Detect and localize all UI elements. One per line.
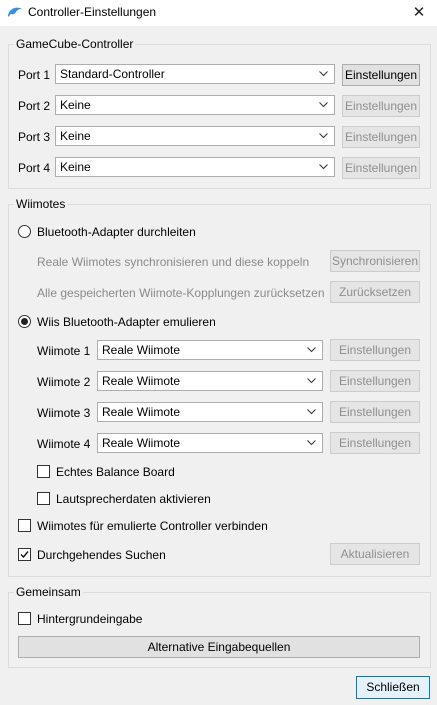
close-icon[interactable]: ✕ [401,0,437,26]
continuous-scan-checkbox[interactable] [18,548,31,561]
port-1-select[interactable]: Standard-Controller [55,64,335,84]
wiimote-2-settings-button[interactable]: Einstellungen [330,370,420,392]
connect-emulated-label[interactable]: Wiimotes für emulierte Controller verbin… [37,519,268,533]
title-bar: Controller-Einstellungen ✕ [0,0,437,26]
background-input-checkbox[interactable] [18,612,31,625]
chevron-down-icon [319,71,328,77]
sync-label: Reale Wiimotes synchronisieren und diese… [37,255,310,269]
window-title: Controller-Einstellungen [28,5,157,19]
port-4-settings-button[interactable]: Einstellungen [342,157,420,179]
port-3-value: Keine [60,129,91,143]
wiimote-1-select[interactable]: Reale Wiimote [97,340,323,360]
dolphin-icon [8,7,22,18]
port-1-value: Standard-Controller [60,67,165,81]
wiimote-3-select[interactable]: Reale Wiimote [97,402,323,422]
chevron-down-icon [319,102,328,108]
alternative-input-sources-button[interactable]: Alternative Eingabequellen [18,636,420,658]
port-3-select[interactable]: Keine [55,126,335,146]
port-4-label: Port 4 [18,161,51,175]
wiimote-3-value: Reale Wiimote [102,405,181,419]
port-4-select[interactable]: Keine [55,157,335,177]
chevron-down-icon [307,440,316,446]
port-2-label: Port 2 [18,99,51,113]
connect-emulated-checkbox[interactable] [18,519,31,532]
passthrough-label[interactable]: Bluetooth-Adapter durchleiten [37,225,196,239]
wiimote-2-value: Reale Wiimote [102,374,181,388]
chevron-down-icon [319,133,328,139]
port-2-value: Keine [60,98,91,112]
sync-button[interactable]: Synchronisieren [330,250,420,272]
wiimote-1-value: Reale Wiimote [102,343,181,357]
wiimote-4-value: Reale Wiimote [102,436,181,450]
wiimote-4-settings-button[interactable]: Einstellungen [330,432,420,454]
balance-board-label[interactable]: Echtes Balance Board [56,465,175,479]
continuous-scan-label[interactable]: Durchgehendes Suchen [37,548,166,562]
chevron-down-icon [319,164,328,170]
background-input-label[interactable]: Hintergrundeingabe [37,612,142,626]
gamecube-group-title: GameCube-Controller [14,37,136,51]
port-2-select[interactable]: Keine [55,95,335,115]
reset-button[interactable]: Zurücksetzen [330,281,420,303]
common-group-title: Gemeinsam [14,585,83,599]
port-4-value: Keine [60,160,91,174]
port-2-settings-button[interactable]: Einstellungen [342,95,420,117]
wiimote-4-label: Wiimote 4 [37,437,91,451]
wiimote-3-label: Wiimote 3 [37,406,91,420]
chevron-down-icon [307,378,316,384]
chevron-down-icon [307,409,316,415]
port-1-settings-button[interactable]: Einstellungen [342,64,420,86]
close-button[interactable]: Schließen [356,676,430,699]
emulate-radio[interactable] [18,315,31,328]
checkmark-icon [20,551,29,559]
port-3-settings-button[interactable]: Einstellungen [342,126,420,148]
emulate-label[interactable]: Wiis Bluetooth-Adapter emulieren [37,315,216,329]
speaker-data-checkbox[interactable] [37,492,50,505]
balance-board-checkbox[interactable] [37,465,50,478]
wiimote-1-label: Wiimote 1 [37,344,91,358]
port-1-label: Port 1 [18,68,51,82]
wiimote-1-settings-button[interactable]: Einstellungen [330,339,420,361]
reset-label: Alle gespeicherten Wiimote-Kopplungen zu… [37,286,325,300]
wiimote-2-label: Wiimote 2 [37,375,91,389]
port-3-label: Port 3 [18,130,51,144]
wiimote-4-select[interactable]: Reale Wiimote [97,433,323,453]
speaker-data-label[interactable]: Lautsprecherdaten aktivieren [56,492,211,506]
wiimotes-group-title: Wiimotes [14,197,68,211]
passthrough-radio[interactable] [18,225,31,238]
chevron-down-icon [307,347,316,353]
wiimote-3-settings-button[interactable]: Einstellungen [330,401,420,423]
refresh-button[interactable]: Aktualisieren [330,543,420,565]
wiimote-2-select[interactable]: Reale Wiimote [97,371,323,391]
